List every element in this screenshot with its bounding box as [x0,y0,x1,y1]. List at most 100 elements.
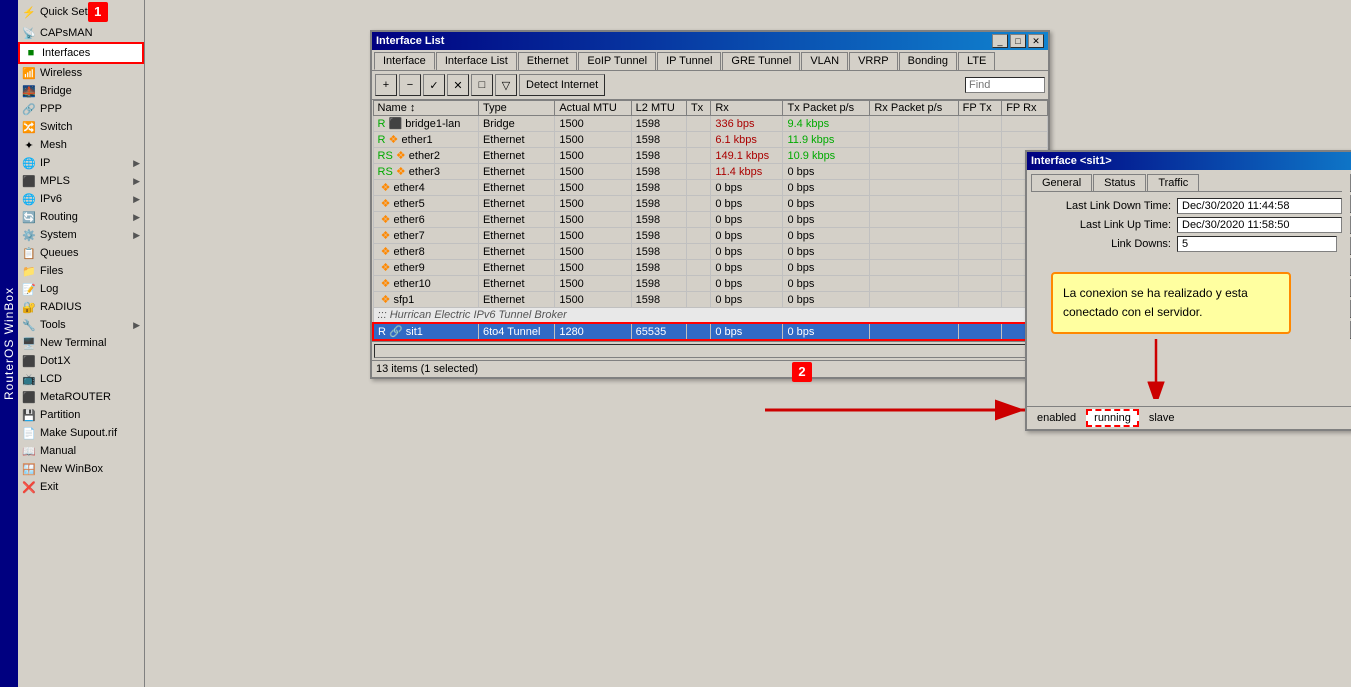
tab-interface[interactable]: Interface [374,52,435,70]
sidebar-item-capsman[interactable]: 📡 CAPsMAN [18,24,144,42]
iface-window-titlebar: Interface List _ □ ✕ [372,32,1048,50]
table-row[interactable]: R ❖ ether1 Ethernet15001598 6.1 kbps11.9… [373,132,1047,148]
ipv6-arrow: ▶ [133,194,140,205]
ipv6-icon: 🌐 [22,192,36,206]
sidebar-item-new-winbox[interactable]: 🪟 New WinBox [18,460,144,478]
add-button[interactable]: + [375,74,397,96]
col-name[interactable]: Name ↕ [373,101,478,116]
sidebar-item-label: Partition [40,409,80,421]
ppp-icon: 🔗 [22,102,36,116]
tools-icon: 🔧 [22,318,36,332]
sidebar-item-new-terminal[interactable]: 🖥️ New Terminal [18,334,144,352]
sidebar-item-wireless[interactable]: 📶 Wireless [18,64,144,82]
link-downs-value[interactable] [1177,236,1337,252]
manual-icon: 📖 [22,444,36,458]
col-type[interactable]: Type [478,101,554,116]
sidebar-item-label: Bridge [40,85,72,97]
sidebar-item-ip[interactable]: 🌐 IP ▶ [18,154,144,172]
last-link-up-value[interactable] [1177,217,1342,233]
table-row[interactable]: ❖ ether7 Ethernet15001598 0 bps0 bps [373,228,1047,244]
table-row[interactable]: ❖ ether8 Ethernet15001598 0 bps0 bps [373,244,1047,260]
copy-button-toolbar[interactable]: □ [471,74,493,96]
sidebar-item-routing[interactable]: 🔄 Routing ▶ [18,208,144,226]
col-tx[interactable]: Tx [686,101,710,116]
table-row[interactable]: R ⬛ bridge1-lan Bridge15001598 336 bps9.… [373,116,1047,132]
sidebar-item-dot1x[interactable]: ⬛ Dot1X [18,352,144,370]
sidebar-item-files[interactable]: 📁 Files [18,262,144,280]
col-rx[interactable]: Rx [711,101,783,116]
sidebar-item-radius[interactable]: 🔐 RADIUS [18,298,144,316]
col-fp-rx[interactable]: FP Rx [1002,101,1047,116]
sidebar-item-bridge[interactable]: 🌉 Bridge [18,82,144,100]
detail-tab-status[interactable]: Status [1093,174,1146,191]
sidebar-item-label: Manual [40,445,76,457]
link-downs-label: Link Downs: [1031,238,1171,250]
sidebar-item-manual[interactable]: 📖 Manual [18,442,144,460]
tab-ethernet[interactable]: Ethernet [518,52,578,70]
tab-gre-tunnel[interactable]: GRE Tunnel [722,52,800,70]
sidebar-item-label: System [40,229,77,241]
table-row[interactable]: ❖ ether6 Ethernet15001598 0 bps0 bps [373,212,1047,228]
sidebar-item-lcd[interactable]: 📺 LCD [18,370,144,388]
detail-tab-traffic[interactable]: Traffic [1147,174,1199,191]
col-actual-mtu[interactable]: Actual MTU [555,101,631,116]
sidebar-item-switch[interactable]: 🔀 Switch [18,118,144,136]
table-row[interactable]: RS ❖ ether3 Ethernet15001598 11.4 kbps0 … [373,164,1047,180]
table-row[interactable]: ❖ ether10 Ethernet15001598 0 bps0 bps [373,276,1047,292]
table-row[interactable]: RS ❖ ether2 Ethernet15001598 149.1 kbps1… [373,148,1047,164]
sidebar-item-log[interactable]: 📝 Log [18,280,144,298]
tab-vrrp[interactable]: VRRP [849,52,898,70]
col-fp-tx[interactable]: FP Tx [958,101,1002,116]
sidebar-item-mesh[interactable]: ✦ Mesh [18,136,144,154]
filter-button[interactable]: ▽ [495,74,517,96]
tab-bonding[interactable]: Bonding [899,52,957,70]
sidebar-item-label: Files [40,265,63,277]
table-row[interactable]: ❖ sfp1 Ethernet15001598 0 bps0 bps [373,292,1047,308]
sidebar-item-label: Mesh [40,139,67,151]
remove-button[interactable]: − [399,74,421,96]
main-area: Interface List _ □ ✕ Interface Interface… [145,0,1351,687]
disable-button[interactable]: ✕ [447,74,469,96]
sidebar-item-mpls[interactable]: ⬛ MPLS ▶ [18,172,144,190]
tab-ip-tunnel[interactable]: IP Tunnel [657,52,721,70]
table-row[interactable]: ❖ ether4 Ethernet15001598 0 bps0 bps [373,180,1047,196]
col-rx-pkt[interactable]: Rx Packet p/s [870,101,958,116]
tab-eoip-tunnel[interactable]: EoIP Tunnel [578,52,656,70]
radius-icon: 🔐 [22,300,36,314]
col-tx-pkt[interactable]: Tx Packet p/s [783,101,870,116]
sidebar-item-quick-set[interactable]: ⚡ Quick Set 1 [18,0,144,24]
close-button[interactable]: ✕ [1028,34,1044,48]
sidebar-item-interfaces[interactable]: ■ Interfaces [18,42,144,64]
tab-interface-list[interactable]: Interface List [436,52,517,70]
sidebar-item-label: RADIUS [40,301,82,313]
col-l2-mtu[interactable]: L2 MTU [631,101,686,116]
horizontal-scrollbar[interactable] [374,344,1046,358]
sidebar-item-tools[interactable]: 🔧 Tools ▶ [18,316,144,334]
maximize-button[interactable]: □ [1010,34,1026,48]
sidebar-item-label: New WinBox [40,463,103,475]
winbox-icon: 🪟 [22,462,36,476]
detail-tab-general[interactable]: General [1031,174,1092,191]
selected-row-sit1[interactable]: R 🔗 sit1 6to4 Tunnel128065535 0 bps0 bps [373,323,1047,340]
table-row[interactable]: ❖ ether5 Ethernet15001598 0 bps0 bps [373,196,1047,212]
sidebar-item-metarouter[interactable]: ⬛ MetaROUTER [18,388,144,406]
tab-vlan[interactable]: VLAN [801,52,848,70]
sidebar-item-partition[interactable]: 💾 Partition [18,406,144,424]
last-link-down-value[interactable] [1177,198,1342,214]
mpls-icon: ⬛ [22,174,36,188]
sidebar-item-exit[interactable]: ❌ Exit [18,478,144,496]
tab-lte[interactable]: LTE [958,52,995,70]
sidebar-item-ppp[interactable]: 🔗 PPP [18,100,144,118]
sidebar-item-make-supout[interactable]: 📄 Make Supout.rif [18,424,144,442]
interface-table-container: Name ↕ Type Actual MTU L2 MTU Tx Rx Tx P… [372,100,1048,341]
sidebar-item-queues[interactable]: 📋 Queues [18,244,144,262]
sidebar-item-system[interactable]: ⚙️ System ▶ [18,226,144,244]
detect-internet-button[interactable]: Detect Internet [519,74,605,96]
exit-icon: ❌ [22,480,36,494]
minimize-button[interactable]: _ [992,34,1008,48]
search-input[interactable] [965,77,1045,93]
enable-button[interactable]: ✓ [423,74,445,96]
interface-detail-window: Interface <sit1> _ ✕ General Status Traf… [1025,150,1351,431]
table-row[interactable]: ❖ ether9 Ethernet15001598 0 bps0 bps [373,260,1047,276]
sidebar-item-ipv6[interactable]: 🌐 IPv6 ▶ [18,190,144,208]
